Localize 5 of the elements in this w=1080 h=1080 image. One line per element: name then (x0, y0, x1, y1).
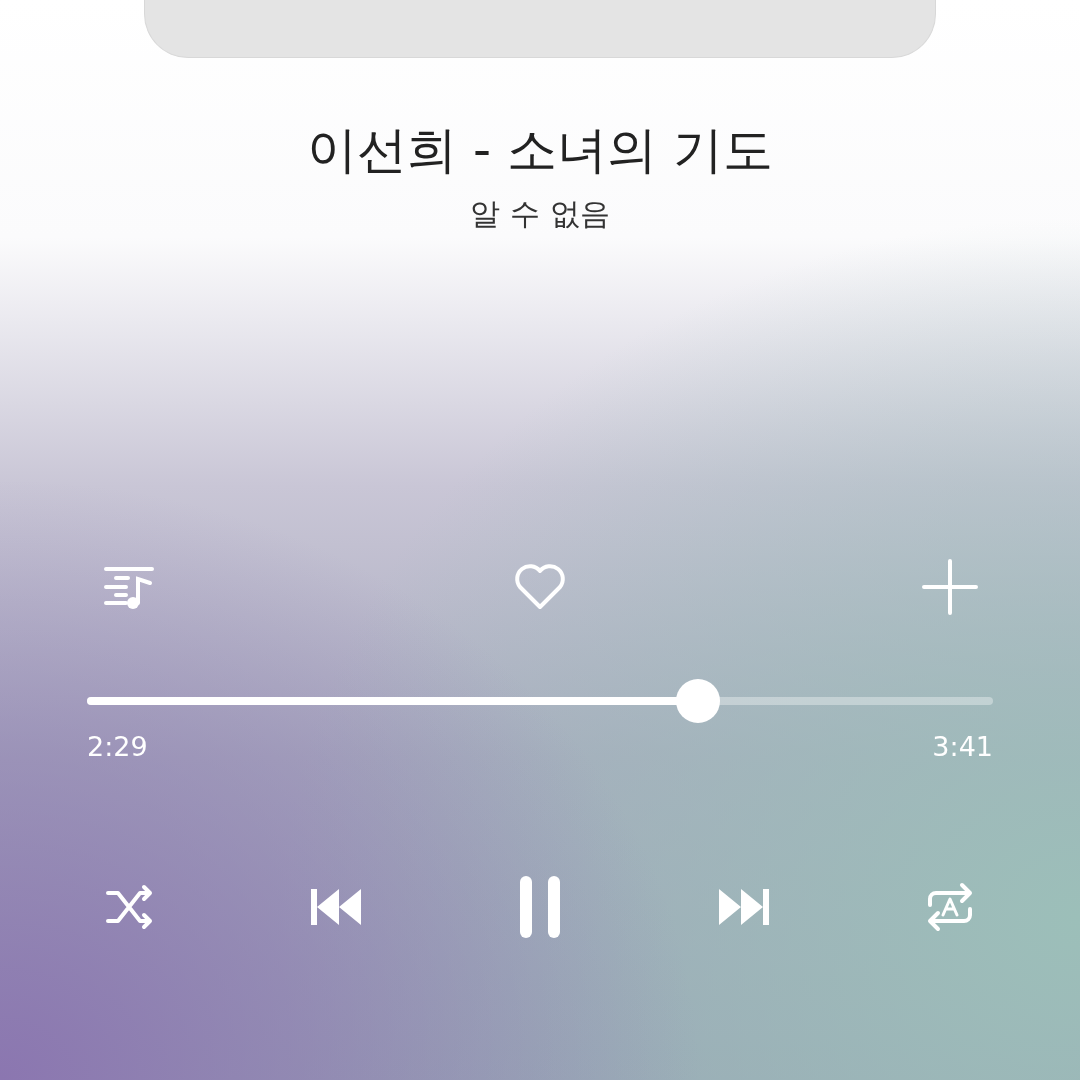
artist-name: 알 수 없음 (470, 195, 610, 233)
track-title: 이선희 - 소녀의 기도 (307, 120, 773, 180)
add-icon[interactable] (920, 557, 980, 617)
total-time: 3:41 (932, 731, 993, 762)
elapsed-time: 2:29 (87, 731, 148, 762)
